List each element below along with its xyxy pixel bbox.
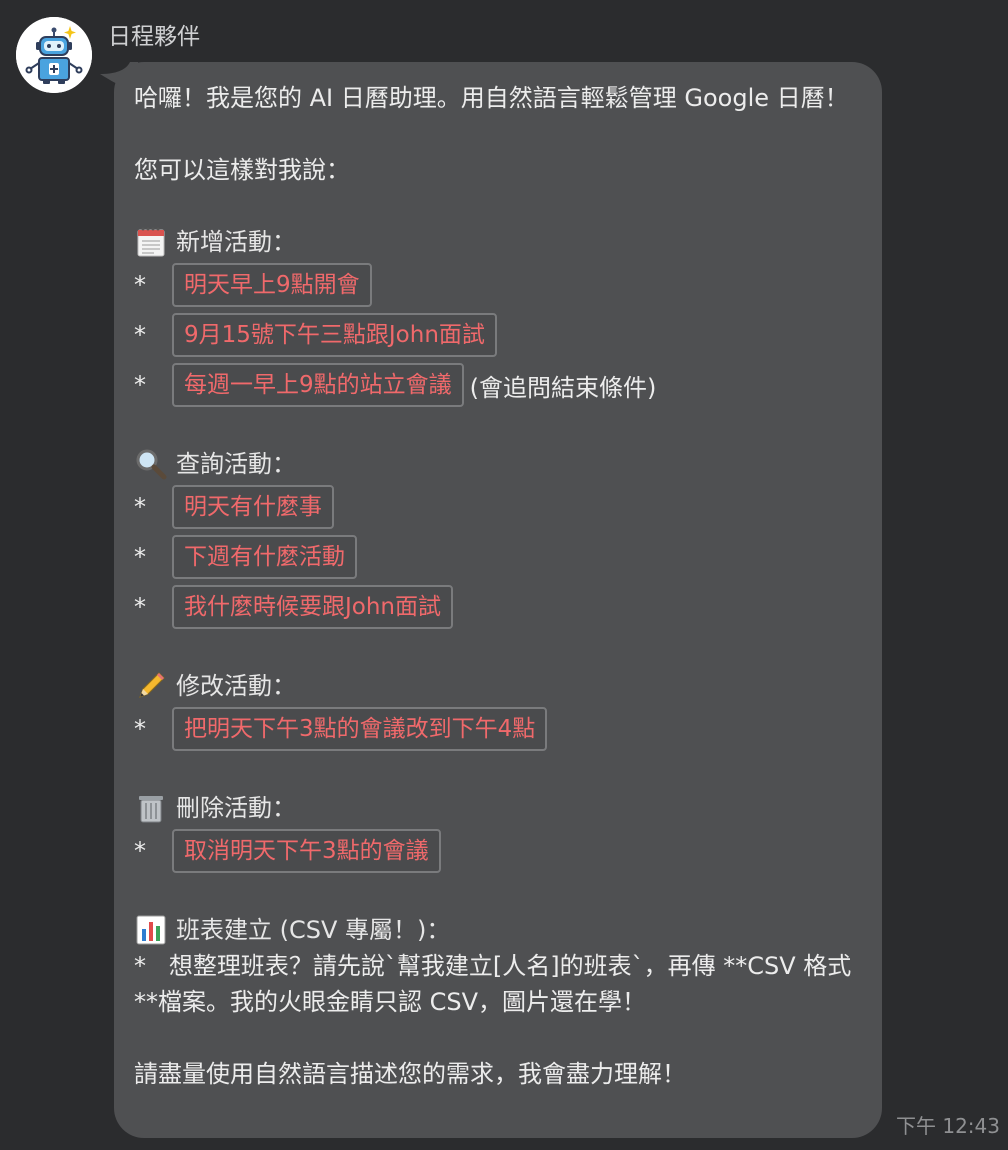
list-item: * 把明天下午3點的會議改到下午4點 xyxy=(134,704,862,754)
bullet: * xyxy=(134,321,146,349)
message-timestamp: 下午 12:43 xyxy=(896,1114,1000,1138)
add-note: (會追問結束條件) xyxy=(469,373,657,402)
example-chip[interactable]: 下週有什麼活動 xyxy=(172,535,357,579)
bar-chart-icon xyxy=(136,915,166,945)
list-item: * 每週一早上9點的站立會議 (會追問結束條件) xyxy=(134,360,862,410)
example-chip[interactable]: 取消明天下午3點的會議 xyxy=(172,829,441,873)
schedule-section-title: 班表建立 (CSV 專屬！)： xyxy=(176,916,451,944)
message-bubble[interactable]: 哈囉！我是您的 AI 日曆助理。用自然語言輕鬆管理 Google 日曆！ 您可以… xyxy=(114,62,882,1138)
edit-section-heading: 修改活動： xyxy=(134,668,862,704)
example-chip[interactable]: 我什麼時候要跟John面試 xyxy=(172,585,454,629)
calendar-icon xyxy=(137,227,165,257)
bullet: * xyxy=(134,715,146,743)
list-item: * 下週有什麼活動 xyxy=(134,532,862,582)
list-item: * 明天有什麼事 xyxy=(134,482,862,532)
bullet: * xyxy=(134,271,146,299)
list-item: * 取消明天下午3點的會議 xyxy=(134,826,862,876)
pencil-icon xyxy=(139,672,165,698)
example-chip[interactable]: 把明天下午3點的會議改到下午4點 xyxy=(172,707,548,751)
add-section-heading: 新增活動： xyxy=(134,224,862,260)
example-chip[interactable]: 明天早上9點開會 xyxy=(172,263,372,307)
bullet: * xyxy=(134,593,146,621)
bullet: * xyxy=(134,837,146,865)
query-section-title: 查詢活動： xyxy=(176,450,296,478)
prompt-text: 您可以這樣對我說： xyxy=(134,156,350,184)
schedule-section-heading: 班表建立 (CSV 專屬！)： xyxy=(134,912,862,948)
intro-text: 哈囉！我是您的 AI 日曆助理。用自然語言輕鬆管理 Google 日曆！ xyxy=(134,84,849,112)
trash-icon xyxy=(139,796,163,823)
edit-section-title: 修改活動： xyxy=(176,672,296,700)
query-section-heading: 查詢活動： xyxy=(134,446,862,482)
add-section-title: 新增活動： xyxy=(176,228,296,256)
example-chip[interactable]: 每週一早上9點的站立會議 xyxy=(172,363,464,407)
bullet: * xyxy=(134,543,146,571)
list-item: * 明天早上9點開會 xyxy=(134,260,862,310)
bot-avatar[interactable] xyxy=(16,17,92,93)
robot-avatar-icon xyxy=(16,17,92,93)
delete-section-heading: 刪除活動： xyxy=(134,790,862,826)
sender-name: 日程夥伴 xyxy=(108,24,200,50)
example-chip[interactable]: 明天有什麼事 xyxy=(172,485,334,529)
delete-section-title: 刪除活動： xyxy=(176,794,296,822)
example-chip[interactable]: 9月15號下午三點跟John面試 xyxy=(172,313,497,357)
list-item: * 9月15號下午三點跟John面試 xyxy=(134,310,862,360)
closing-text: 請盡量使用自然語言描述您的需求，我會盡力理解！ xyxy=(134,1060,686,1088)
bullet: * xyxy=(134,493,146,521)
list-item: * 我什麼時候要跟John面試 xyxy=(134,582,862,632)
schedule-description: * 想整理班表？請先說`幫我建立[人名]的班表`，再傳 **CSV 格式**檔案… xyxy=(134,952,852,1016)
bullet: * xyxy=(134,371,146,399)
magnifier-icon xyxy=(136,449,167,480)
